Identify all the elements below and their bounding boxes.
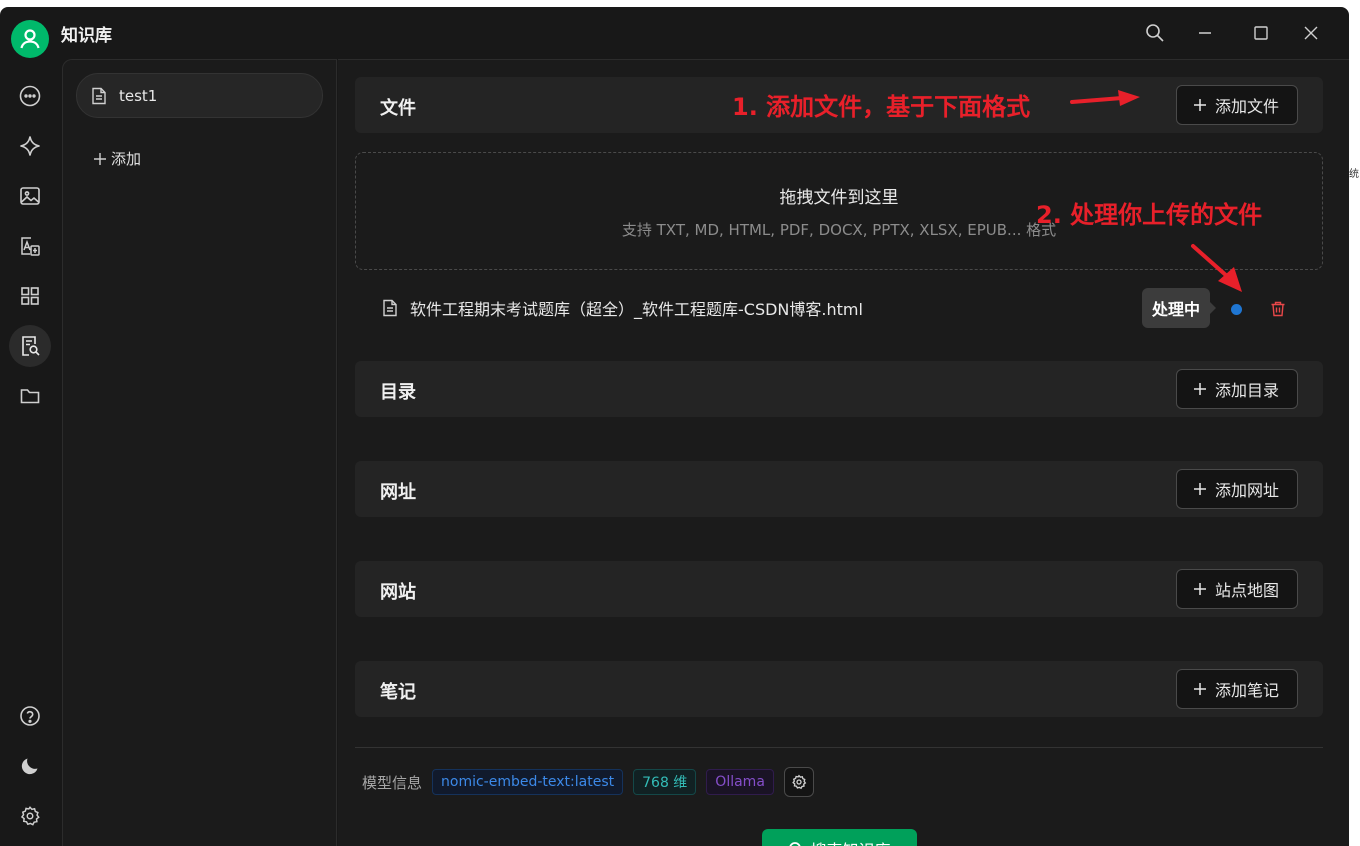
help-icon (20, 706, 40, 726)
nav-agents[interactable] (9, 125, 51, 167)
user-icon (20, 29, 40, 49)
notes-section-title: 笔记 (380, 682, 416, 703)
add-kb-label: 添加 (111, 150, 142, 168)
file-name: 软件工程期末考试题库（超全）_软件工程题库-CSDN博客.html (410, 300, 863, 319)
nav-chat[interactable] (9, 75, 51, 117)
notes-section: 笔记 添加笔记 (355, 661, 1323, 717)
nav-help[interactable] (9, 695, 51, 737)
title-bar: 知识库 (0, 7, 1349, 59)
sitemap-label: 站点地图 (1214, 581, 1279, 600)
close-button[interactable] (1297, 19, 1325, 47)
add-note-button[interactable]: 添加笔记 (1175, 669, 1298, 709)
plus-icon (1193, 99, 1206, 111)
kb-item-label: test1 (119, 86, 158, 105)
sparkle-icon (20, 136, 40, 156)
gear-icon (792, 774, 807, 790)
search-knowledge-button[interactable]: 搜索知识库 (762, 829, 917, 846)
model-info: 模型信息 nomic-embed-text:latest 768 维 Ollam… (362, 767, 814, 797)
nav-apps[interactable] (9, 275, 51, 317)
plus-icon (94, 152, 106, 165)
folder-icon (20, 389, 40, 404)
add-dir-label: 添加目录 (1214, 381, 1279, 400)
dirs-section-title: 目录 (380, 382, 416, 403)
sitemap-button[interactable]: 站点地图 (1175, 569, 1298, 609)
minimize-button[interactable] (1191, 19, 1219, 47)
nav-settings[interactable] (9, 795, 51, 837)
theme-toggle[interactable] (9, 745, 51, 787)
urls-section-title: 网址 (380, 482, 416, 503)
files-section-title: 文件 (380, 98, 416, 119)
model-settings-button[interactable] (783, 767, 814, 797)
nav-files[interactable] (9, 375, 51, 417)
add-kb-button[interactable]: 添加 (93, 148, 141, 169)
annotation-step2: 2. 处理你上传的文件 (1036, 201, 1263, 229)
nav-images[interactable] (9, 175, 51, 217)
nav-translate[interactable] (9, 225, 51, 267)
provider-tag: Ollama (706, 769, 774, 795)
translate-icon (21, 237, 40, 256)
plus-icon (1193, 683, 1206, 695)
search-icon (1146, 24, 1164, 42)
add-file-button[interactable]: 添加文件 (1175, 85, 1298, 125)
annotation-arrow-2 (1191, 244, 1242, 292)
annotation-arrow-1 (1070, 90, 1140, 106)
annotation-step1: 1. 添加文件，基于下面格式 (732, 93, 1031, 121)
close-icon (1304, 26, 1318, 40)
sites-section-title: 网站 (380, 582, 416, 603)
divider (355, 747, 1323, 748)
delete-icon[interactable] (1269, 300, 1287, 318)
search-icon (789, 842, 802, 846)
dims-tag: 768 维 (633, 769, 697, 795)
main-content: 文件 添加文件 拖拽文件到这里 支持 TXT, MD, HTML, PDF, D… (338, 59, 1349, 846)
add-url-button[interactable]: 添加网址 (1175, 469, 1298, 509)
kb-item-test1[interactable]: test1 (76, 73, 323, 118)
urls-section: 网址 添加网址 (355, 461, 1323, 517)
app-window: 知识库 test1 添加 文件 添加文件 拖拽文件到这里 支持 TXT, MD,… (0, 7, 1349, 846)
add-dir-button[interactable]: 添加目录 (1175, 369, 1298, 409)
dirs-section: 目录 添加目录 (355, 361, 1323, 417)
gear-icon (20, 806, 40, 826)
knowledge-list-pane: test1 添加 (62, 59, 337, 846)
minimize-icon (1199, 32, 1211, 34)
icon-sidebar (0, 59, 62, 846)
maximize-button[interactable] (1247, 19, 1275, 47)
processing-status-dot[interactable] (1231, 304, 1242, 315)
grid-icon (21, 287, 39, 305)
chat-icon (19, 85, 41, 107)
knowledge-search-icon (22, 336, 40, 356)
nav-knowledge[interactable] (9, 325, 51, 367)
search-button[interactable] (1141, 19, 1169, 47)
add-url-label: 添加网址 (1214, 481, 1279, 500)
plus-icon (1193, 483, 1206, 495)
app-title: 知识库 (61, 26, 112, 46)
plus-icon (1193, 383, 1206, 395)
maximize-icon (1254, 26, 1268, 40)
model-name-tag: nomic-embed-text:latest (432, 769, 624, 795)
moon-icon (21, 758, 38, 775)
file-icon (383, 299, 397, 317)
model-info-label: 模型信息 (362, 773, 423, 792)
sites-section: 网站 站点地图 (355, 561, 1323, 617)
document-icon (92, 87, 106, 104)
add-note-label: 添加笔记 (1214, 681, 1279, 700)
background-edge-text: 统 (1349, 169, 1359, 180)
image-icon (20, 187, 40, 205)
search-knowledge-label: 搜索知识库 (810, 837, 890, 846)
plus-icon (1193, 583, 1206, 595)
file-item: 软件工程期末考试题库（超全）_软件工程题库-CSDN博客.html 处理中 (355, 285, 1323, 345)
avatar[interactable] (11, 20, 49, 58)
add-file-label: 添加文件 (1214, 97, 1279, 116)
